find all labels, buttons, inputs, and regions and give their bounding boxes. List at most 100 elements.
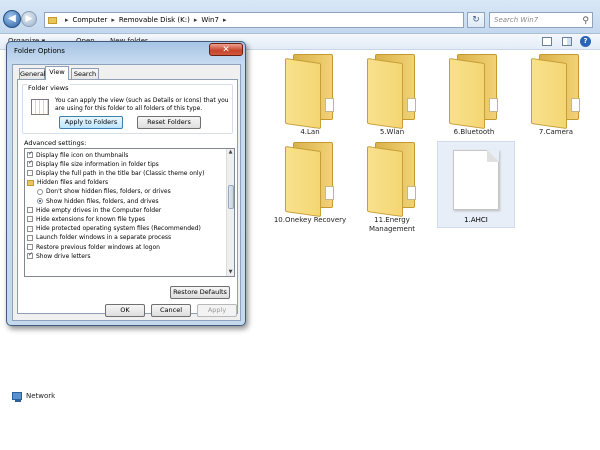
advanced-setting-item[interactable]: Restore previous folder windows at logon (27, 243, 160, 251)
nav-item-label: Network (26, 392, 56, 400)
chevron-right-icon: ▸ (222, 16, 227, 24)
change-view-icon[interactable] (542, 37, 552, 46)
advanced-setting-item[interactable]: Display the full path in the title bar (… (27, 169, 204, 177)
preview-pane-icon[interactable] (562, 37, 572, 46)
chevron-right-icon: ▸ (111, 16, 115, 24)
search-input[interactable]: Search Win7 ⚲ (489, 12, 593, 28)
forward-arrow-icon[interactable]: ▶ (21, 11, 37, 27)
breadcrumb-drive[interactable]: Removable Disk (K:) (119, 16, 190, 24)
folder-item[interactable]: 7.Camera (516, 54, 596, 137)
advanced-setting-item[interactable]: Display file size information in folder … (27, 159, 159, 168)
address-bar[interactable]: ▸ Computer ▸ Removable Disk (K:) ▸ Win7 … (44, 12, 464, 28)
search-icon[interactable]: ⚲ (582, 14, 589, 28)
radio-button[interactable] (37, 198, 43, 204)
dialog-title: Folder Options (14, 47, 65, 55)
folder-label: 10.Onekey Recovery (273, 216, 347, 224)
advanced-setting-item: Hidden files and folders (27, 179, 108, 187)
document-icon (453, 150, 499, 210)
folder-item[interactable]: 4.Lan (270, 54, 350, 137)
chevron-right-icon: ▸ (65, 16, 69, 24)
tab-view[interactable]: View (45, 66, 69, 80)
advanced-setting-label: Display file size information in folder … (36, 160, 159, 168)
scroll-down-icon[interactable]: ▼ (227, 269, 234, 276)
checkbox[interactable] (27, 159, 33, 168)
file-item[interactable]: 1.AHCI (437, 141, 515, 228)
folder-label: 7.Camera (538, 128, 574, 136)
advanced-setting-item[interactable]: Hide empty drives in the Computer folder (27, 206, 161, 214)
view-tab-panel: Folder views You can apply the view (suc… (17, 79, 238, 314)
advanced-setting-label: Show hidden files, folders, and drives (46, 197, 159, 205)
search-placeholder: Search Win7 (494, 16, 539, 24)
restore-defaults-button[interactable]: Restore Defaults (170, 286, 230, 299)
advanced-setting-label: Display file icon on thumbnails (36, 151, 129, 159)
radio-button[interactable] (37, 188, 43, 195)
folder-views-label: Folder views (27, 84, 70, 92)
chevron-right-icon: ▸ (193, 16, 198, 24)
folder-views-description: You can apply the view (such as Details … (55, 97, 229, 112)
back-arrow-icon[interactable]: ◀ (3, 10, 21, 28)
checkbox[interactable] (27, 216, 33, 223)
checkbox[interactable] (27, 150, 33, 158)
apply-to-folders-button[interactable]: Apply to Folders (59, 116, 123, 129)
folder-icon (367, 54, 417, 130)
checkbox[interactable] (27, 251, 33, 260)
folder-label: 5.Wlan (379, 128, 405, 136)
folder-icon (27, 179, 34, 186)
advanced-setting-label: Hidden files and folders (37, 179, 109, 187)
advanced-settings-list: Display file icon on thumbnailsDisplay f… (24, 148, 235, 277)
folder-icon (367, 142, 417, 218)
checkbox[interactable] (27, 170, 33, 177)
advanced-setting-label: Don't show hidden files, folders, or dri… (46, 188, 171, 196)
advanced-setting-item[interactable]: Show drive letters (27, 251, 91, 260)
advanced-setting-label: Restore previous folder windows at logon (36, 243, 160, 251)
folder-icon (531, 54, 581, 130)
advanced-setting-label: Hide empty drives in the Computer folder (36, 206, 162, 214)
advanced-setting-label: Hide protected operating system files (R… (36, 225, 201, 233)
advanced-setting-label: Display the full path in the title bar (… (36, 169, 205, 177)
folder-item[interactable]: 11.Energy Management (352, 142, 432, 234)
checkbox[interactable] (27, 244, 33, 250)
cancel-button[interactable]: Cancel (151, 304, 191, 317)
reset-folders-button[interactable]: Reset Folders (137, 116, 201, 129)
advanced-settings-label: Advanced settings: (24, 139, 87, 147)
vertical-scrollbar[interactable]: ▲ ▼ (226, 149, 234, 276)
advanced-setting-item[interactable]: Hide extensions for known file types (27, 215, 145, 223)
ok-button[interactable]: OK (105, 304, 145, 317)
advanced-setting-item[interactable]: Hide protected operating system files (R… (27, 225, 201, 233)
advanced-setting-item[interactable]: Show hidden files, folders, and drives (37, 197, 159, 205)
folder-item[interactable]: 6.Bluetooth (434, 54, 514, 137)
folder-item[interactable]: 10.Onekey Recovery (270, 142, 350, 225)
folder-label: 6.Bluetooth (453, 128, 495, 136)
scrollbar-thumb[interactable] (228, 185, 234, 209)
breadcrumb-folder[interactable]: Win7 (201, 16, 219, 24)
folder-icon (285, 142, 335, 218)
breadcrumb-computer[interactable]: Computer (73, 16, 108, 24)
folder-views-icon (31, 99, 49, 115)
scroll-up-icon[interactable]: ▲ (227, 149, 234, 156)
tab-search[interactable]: Search (71, 68, 99, 79)
explorer-titlebar: ◀ ▶ ▸ Computer ▸ Removable Disk (K:) ▸ W… (0, 0, 600, 34)
folder-icon (449, 54, 499, 130)
advanced-setting-label: Show drive letters (36, 252, 91, 260)
folder-icon (48, 16, 57, 24)
tab-general[interactable]: General (19, 68, 46, 79)
checkbox[interactable] (27, 225, 33, 232)
refresh-icon[interactable]: ↻ (467, 12, 485, 28)
advanced-setting-item[interactable]: Don't show hidden files, folders, or dri… (37, 188, 171, 196)
advanced-setting-label: Launch folder windows in a separate proc… (36, 234, 172, 242)
advanced-setting-label: Hide extensions for known file types (36, 215, 146, 223)
file-label: 1.AHCI (464, 216, 488, 224)
checkbox[interactable] (27, 234, 33, 241)
folder-options-dialog: Folder Options ✕ General View Search Fol… (6, 41, 246, 326)
dialog-body: General View Search Folder views You can… (12, 64, 241, 321)
nav-item-network[interactable]: Network (12, 392, 56, 402)
help-icon[interactable]: ? (580, 36, 591, 47)
folder-item[interactable]: 5.Wlan (352, 54, 432, 137)
advanced-setting-item[interactable]: Display file icon on thumbnails (27, 150, 129, 159)
checkbox[interactable] (27, 207, 33, 214)
folder-label: 11.Energy Management (368, 216, 416, 233)
advanced-setting-item[interactable]: Launch folder windows in a separate proc… (27, 234, 171, 242)
close-icon[interactable]: ✕ (209, 43, 243, 56)
network-icon (12, 392, 22, 402)
apply-button[interactable]: Apply (197, 304, 237, 317)
